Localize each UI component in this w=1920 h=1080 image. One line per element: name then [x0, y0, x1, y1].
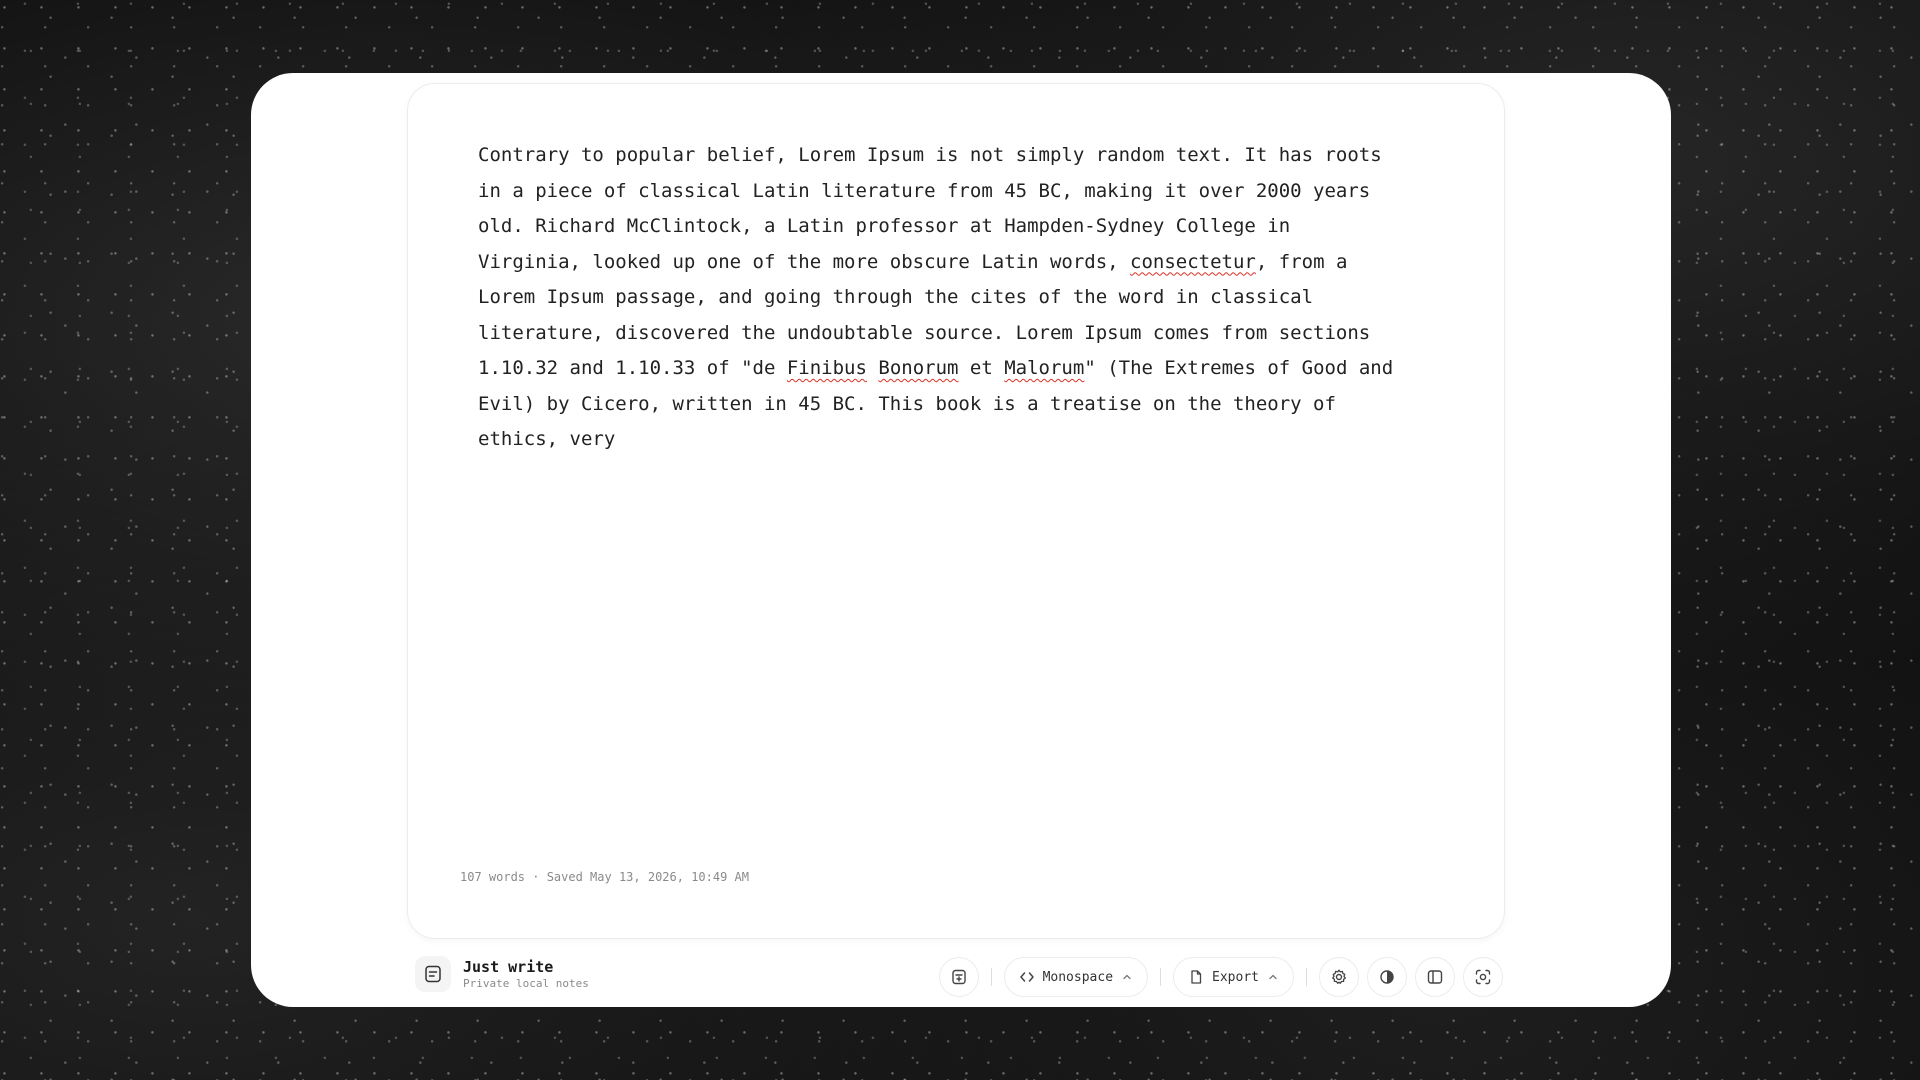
sidebar-toggle-button[interactable] [1415, 957, 1455, 997]
toolbar-divider [990, 968, 992, 986]
chevron-up-icon [1267, 971, 1279, 983]
misspelled-word[interactable]: Malorum [1004, 357, 1084, 379]
file-icon [1188, 969, 1204, 985]
chevron-up-icon [1121, 971, 1133, 983]
app-window: Contrary to popular belief, Lorem Ipsum … [251, 73, 1671, 1007]
new-note-icon [950, 968, 968, 986]
settings-button[interactable] [1319, 957, 1359, 997]
font-select-button[interactable]: Monospace [1003, 957, 1149, 997]
editor-card: Contrary to popular belief, Lorem Ipsum … [407, 83, 1505, 939]
code-icon [1019, 969, 1035, 985]
contrast-icon [1378, 968, 1396, 986]
export-label: Export [1212, 969, 1259, 985]
text-segment [867, 357, 878, 379]
note-icon[interactable] [415, 956, 451, 992]
toolbar-divider [1306, 968, 1307, 986]
focus-mode-button[interactable] [1463, 957, 1503, 997]
theme-toggle-button[interactable] [1367, 957, 1407, 997]
toolbar: Monospace Export [938, 957, 1503, 997]
sidebar-icon [1426, 968, 1444, 986]
editor-text[interactable]: Contrary to popular belief, Lorem Ipsum … [478, 138, 1438, 458]
misspelled-word[interactable]: Finibus [787, 357, 867, 379]
brand-text: Just write Private local notes [463, 958, 589, 991]
gear-icon [1330, 968, 1348, 986]
misspelled-word[interactable]: consectetur [1130, 251, 1256, 273]
toolbar-divider [1160, 968, 1162, 986]
export-button[interactable]: Export [1173, 957, 1294, 997]
app-title: Just write [463, 957, 554, 976]
bottom-bar: Just write Private local notes Monospace… [407, 951, 1503, 999]
focus-icon [1474, 968, 1492, 986]
app-subtitle: Private local notes [463, 976, 589, 990]
text-segment: et [958, 357, 1005, 379]
misspelled-word[interactable]: Bonorum [878, 357, 958, 379]
brand: Just write Private local notes [415, 956, 589, 992]
new-note-button[interactable] [938, 957, 979, 997]
font-select-label: Monospace [1042, 969, 1114, 985]
word-count-status: 107 words · Saved May 13, 2026, 10:49 AM [460, 870, 749, 884]
